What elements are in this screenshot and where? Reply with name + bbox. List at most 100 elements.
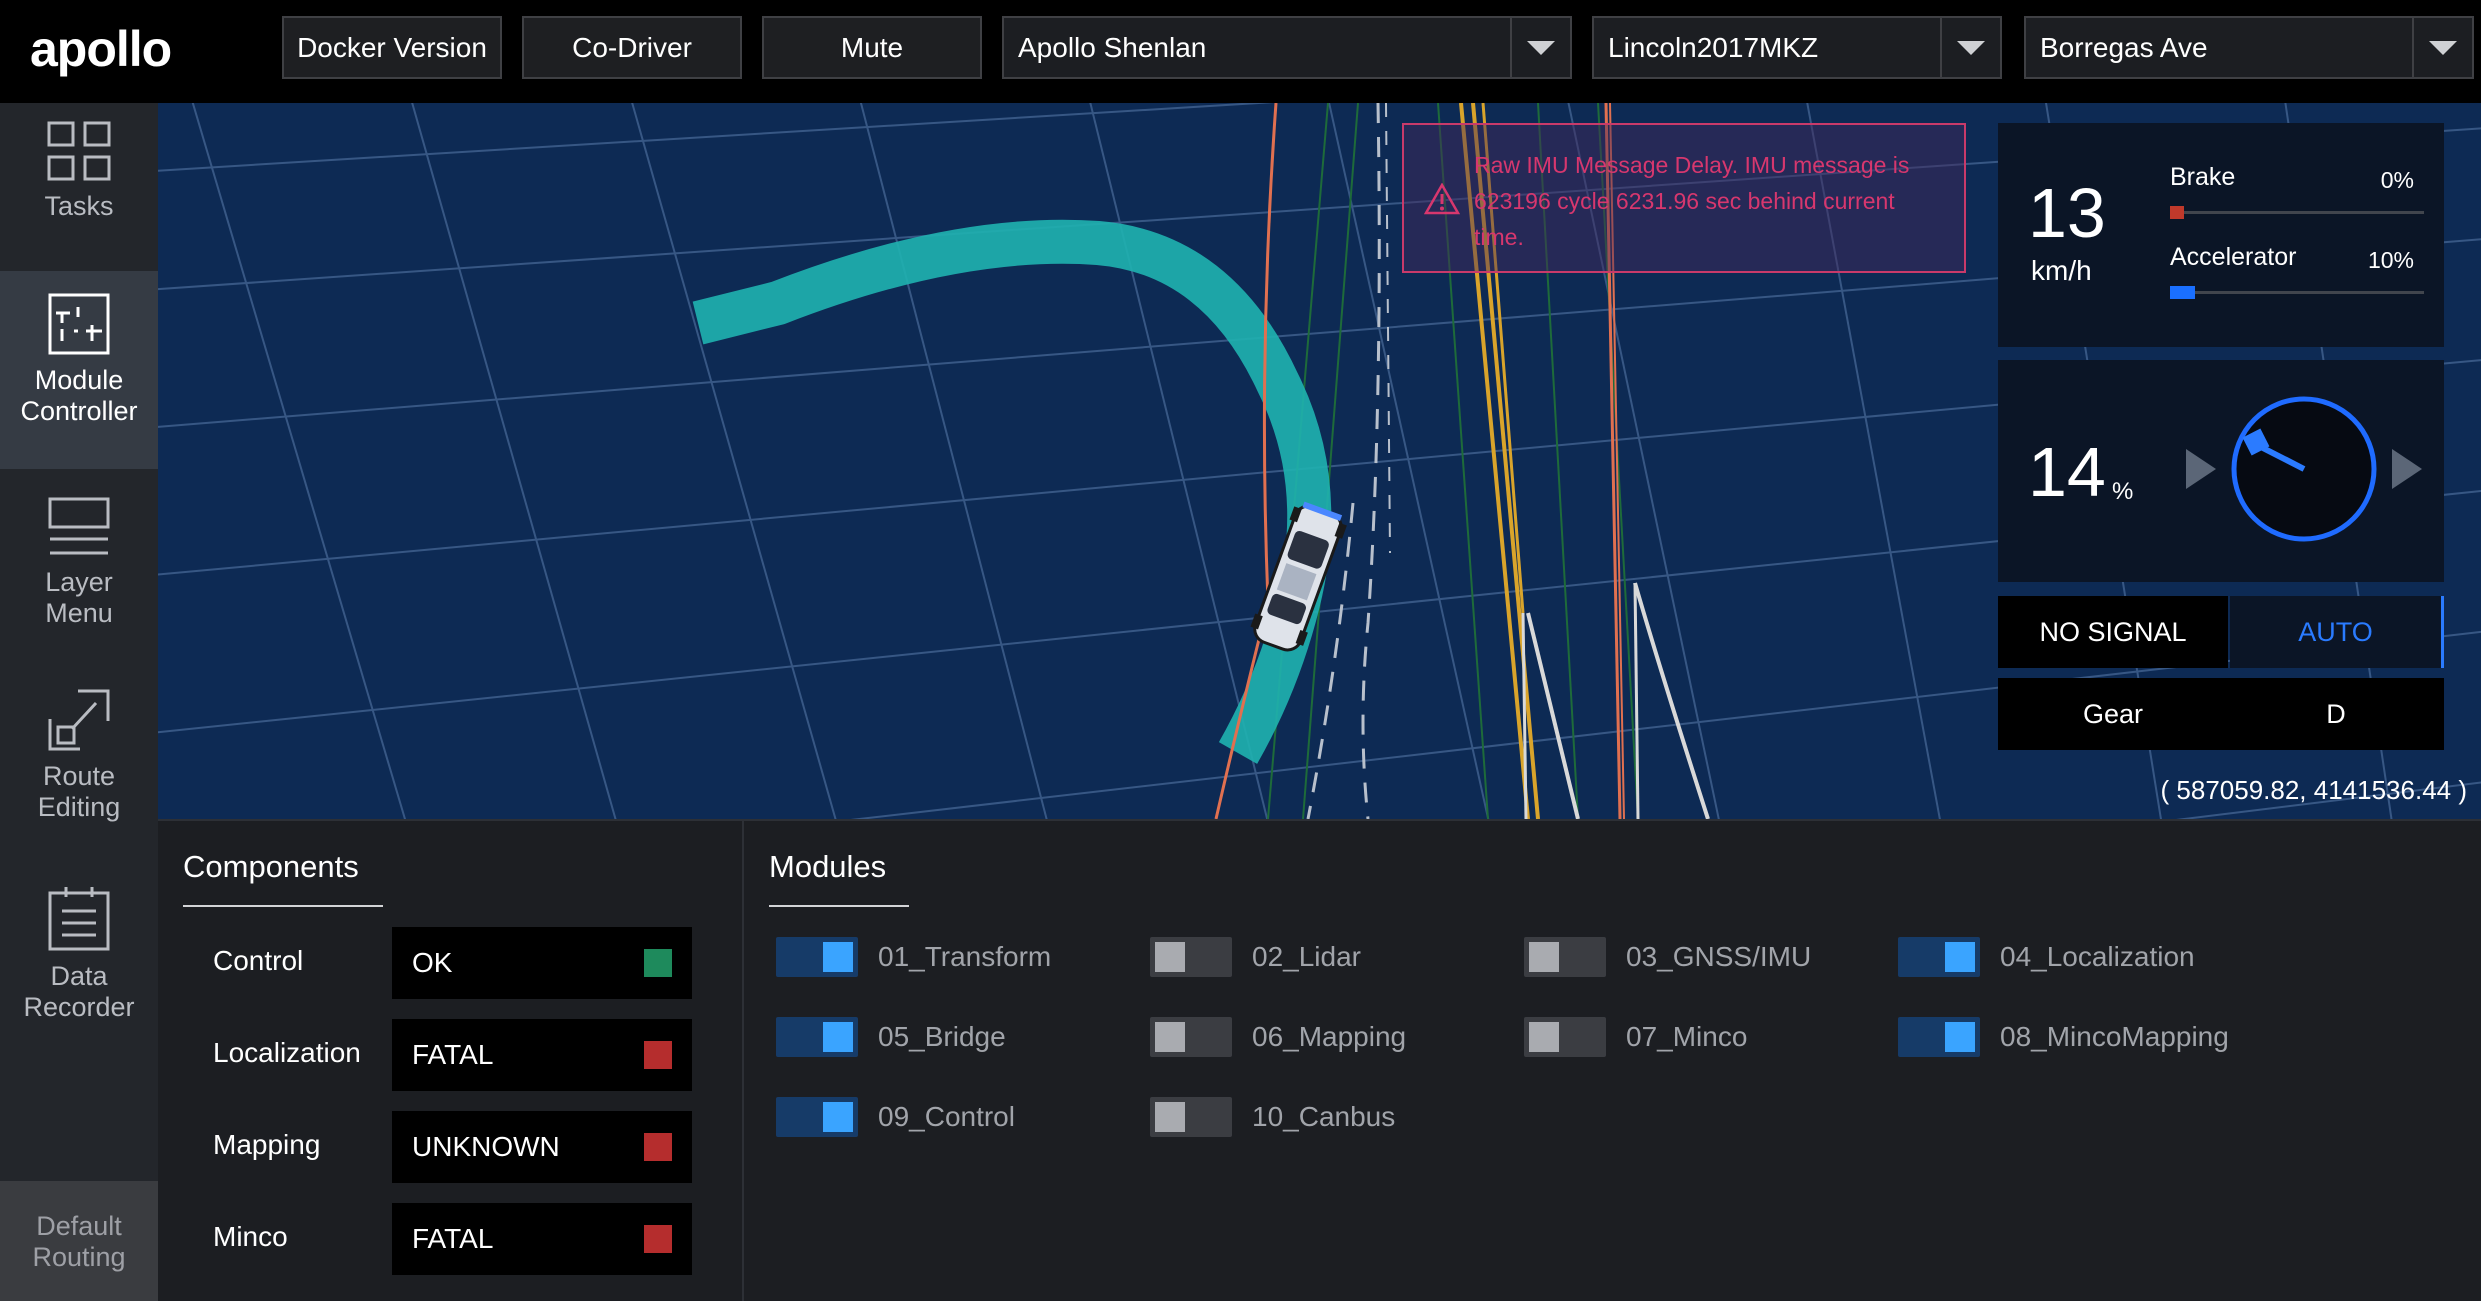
toggle-switch[interactable] [1150,1017,1232,1057]
mode-select-value: Apollo Shenlan [1018,31,1207,63]
gear-panel: Gear D [1998,678,2444,750]
sidebar-item-layer-menu[interactable]: Layer Menu [0,483,158,673]
module-label: 09_Control [878,1101,1015,1132]
accelerator-bar-fill [2170,286,2196,299]
sidebar-item-label-2: Recorder [23,992,135,1022]
component-name-mapping: Mapping [213,1129,321,1160]
co-driver-button[interactable]: Co-Driver [522,16,742,79]
toggle-switch[interactable] [776,1017,858,1057]
turn-signal-status: NO SIGNAL [1998,596,2228,668]
module-toggle-minco-mapping[interactable]: 08_MincoMapping [1898,1015,2229,1059]
component-name-minco: Minco [213,1221,288,1252]
driving-mode-status: AUTO [2230,596,2444,668]
component-name-localization: Localization [213,1037,361,1068]
svg-text:apollo: apollo [30,21,171,77]
sidebar-item-tasks[interactable]: Tasks [0,103,158,268]
route-editing-icon [48,689,110,751]
component-status-minco: FATAL [392,1203,692,1275]
module-toggle-transform[interactable]: 01_Transform [776,935,1051,979]
sidebar-item-route-editing[interactable]: Route Editing [0,683,158,873]
component-status-localization: FATAL [392,1019,692,1091]
module-toggle-localization[interactable]: 04_Localization [1898,935,2195,979]
toggle-switch[interactable] [776,937,858,977]
sidebar-item-label: Tasks [44,191,114,221]
status-indicator [644,1041,672,1069]
sidebar-item-label: Data [50,961,108,991]
sidebar-item-label-2: Menu [45,598,113,628]
default-routing-button[interactable]: Default Routing [0,1181,158,1301]
brake-label: Brake [2170,163,2236,191]
mute-label: Mute [840,31,904,63]
module-label: 02_Lidar [1252,941,1361,972]
layer-menu-icon [48,497,110,555]
accelerator-label: Accelerator [2170,243,2297,271]
modules-panel: Modules 01_Transform 02_Lidar 03_GNSS/IM… [744,819,2481,1301]
modules-title: Modules [769,849,887,884]
sidebar-item-label: Route [42,761,116,791]
speed-value: 13 [2028,174,2106,252]
brake-bar-fill [2170,206,2184,219]
status-indicator [644,949,672,977]
signal-label: NO SIGNAL [2039,616,2187,647]
gear-value: D [2326,698,2346,729]
speed-panel: 13 km/h Brake 0% Accelerator 10% [1998,123,2444,347]
module-toggle-canbus[interactable]: 10_Canbus [1150,1095,1395,1139]
imu-delay-alert: Raw IMU Message Delay. IMU message is 62… [1402,123,1966,273]
sidebar-item-label-2: Controller [20,396,138,426]
toggle-switch[interactable] [1898,1017,1980,1057]
sidebar: Tasks Module Controller Layer Menu Route… [0,103,158,1301]
sidebar-item-label: Module [34,365,124,395]
speed-unit: km/h [2031,255,2092,286]
default-routing-label-2: Routing [32,1242,126,1272]
module-toggle-mapping[interactable]: 06_Mapping [1150,1015,1406,1059]
vehicle-coordinates: ( 587059.82, 4141536.44 ) [2160,775,2467,805]
alert-message: Raw IMU Message Delay. IMU message is 62… [1474,152,1910,250]
status-indicator [644,1133,672,1161]
steering-unit: % [2112,478,2134,505]
component-status-control: OK [392,927,692,999]
status-text: UNKNOWN [412,1131,560,1162]
steering-value: 14 [2028,433,2106,511]
sidebar-item-label: Layer [45,567,113,597]
sidebar-item-data-recorder[interactable]: Data Recorder [0,883,158,1073]
data-recorder-icon [48,887,110,951]
docker-version-button[interactable]: Docker Version [282,16,502,79]
map-select[interactable]: Borregas Ave [2024,16,2474,79]
module-label: 06_Mapping [1252,1021,1407,1052]
components-title: Components [183,849,359,884]
vehicle-select-value: Lincoln2017MKZ [1608,31,1819,63]
sidebar-item-module-controller[interactable]: Module Controller [0,271,158,469]
map-view[interactable]: Raw IMU Message Delay. IMU message is 62… [158,103,2481,819]
module-label: 01_Transform [878,941,1052,972]
toggle-switch[interactable] [1898,937,1980,977]
vehicle-dropdown-arrow[interactable] [1940,18,2000,77]
module-label: 05_Bridge [878,1021,1006,1052]
mode-select[interactable]: Apollo Shenlan [1002,16,1572,79]
co-driver-label: Co-Driver [572,31,692,63]
mute-button[interactable]: Mute [762,16,982,79]
module-toggle-bridge[interactable]: 05_Bridge [776,1015,1006,1059]
toggle-switch[interactable] [1150,1097,1232,1137]
vehicle-select[interactable]: Lincoln2017MKZ [1592,16,2002,79]
toggle-switch[interactable] [776,1097,858,1137]
mode-dropdown-arrow[interactable] [1510,18,1570,77]
map-dropdown-arrow[interactable] [2412,18,2472,77]
module-toggle-gnss-imu[interactable]: 03_GNSS/IMU [1524,935,1811,979]
chevron-down-icon [1527,40,1555,55]
chevron-down-icon [1957,40,1985,55]
toggle-switch[interactable] [1150,937,1232,977]
turn-right-icon [2392,449,2422,489]
accelerator-value: 10% [2367,247,2414,273]
module-label: 03_GNSS/IMU [1626,941,1812,972]
status-text: FATAL [412,1223,494,1254]
module-controller-icon [48,293,110,355]
app-window: apollo Docker Version Co-Driver Mute Apo… [0,0,2481,1301]
default-routing-label: Default [36,1211,122,1241]
module-toggle-minco[interactable]: 07_Minco [1524,1015,1747,1059]
apollo-logo: apollo [30,21,172,77]
toggle-switch[interactable] [1524,1017,1606,1057]
module-toggle-lidar[interactable]: 02_Lidar [1150,935,1361,979]
ego-vehicle [1250,501,1347,652]
toggle-switch[interactable] [1524,937,1606,977]
module-toggle-control[interactable]: 09_Control [776,1095,1015,1139]
